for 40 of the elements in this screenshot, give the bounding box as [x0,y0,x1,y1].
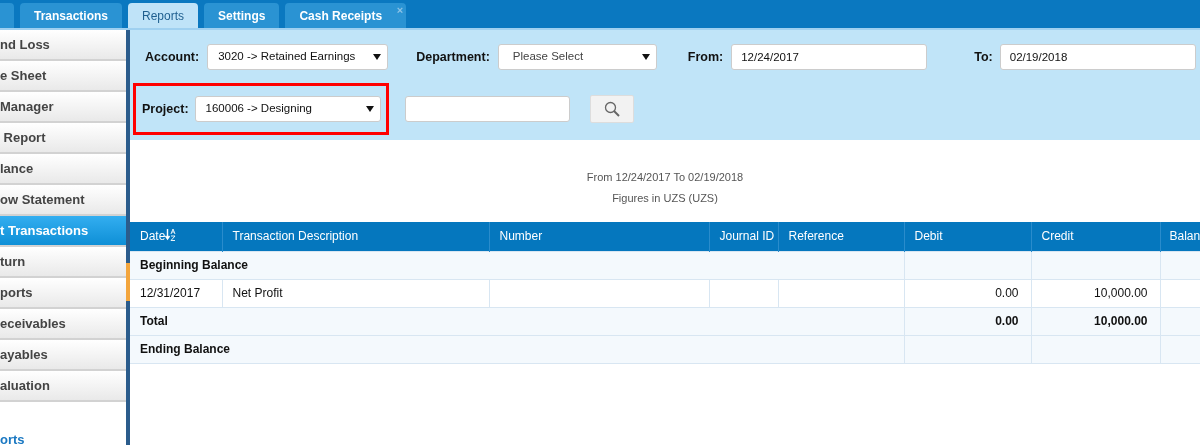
table-cell: 10,000.00 [1031,307,1160,335]
search-field[interactable] [405,96,570,122]
table-cell: 0.00 [904,279,1031,307]
row-label: Beginning Balance [130,251,904,279]
caret-icon [641,53,650,61]
table-cell: 12/31/2017 [130,279,222,307]
row-label: Total [130,307,904,335]
field-label: Department: [416,48,490,66]
tab[interactable] [0,3,14,28]
column-header[interactable]: Balan [1160,222,1200,251]
column-header[interactable]: Date [130,222,222,251]
table-cell: 10,000.00 [1031,279,1160,307]
column-header[interactable]: Transaction Description [222,222,489,251]
caret-icon [365,105,374,113]
currency-note: Figures in UZS (UZS) [611,191,719,206]
report-period: From 12/24/2017 To 02/19/2018 [585,170,745,185]
tab[interactable]: Reports [128,3,199,28]
table-cell: Net Profit [222,279,489,307]
column-header[interactable]: Number [489,222,709,251]
column-header[interactable]: Debit [904,222,1031,251]
account-select[interactable]: 3020 -> Retained Earnings [207,44,389,70]
sort-icon[interactable] [165,229,177,242]
splitter-handle[interactable] [126,263,130,301]
table-cell: 0.00 [904,307,1031,335]
project-select[interactable]: 160006 -> Designing [194,96,381,122]
from-date-field[interactable]: 12/24/2017 [731,44,928,70]
sidebar-link[interactable]: orts [0,430,25,445]
column-header[interactable]: Credit [1031,222,1160,251]
column-header[interactable]: Reference [778,222,904,251]
column-header[interactable]: Journal ID [709,222,778,251]
row-label: Ending Balance [130,335,904,363]
search-button[interactable] [590,95,634,123]
field-label: To: [974,48,993,66]
search-icon [604,101,620,117]
field-label: Project: [142,100,189,118]
to-date-field[interactable]: 02/19/2018 [999,44,1196,70]
field-label: From: [687,48,724,66]
field-label: Account: [145,48,200,66]
department-select[interactable]: Please Select [497,44,657,70]
caret-icon [373,53,382,61]
